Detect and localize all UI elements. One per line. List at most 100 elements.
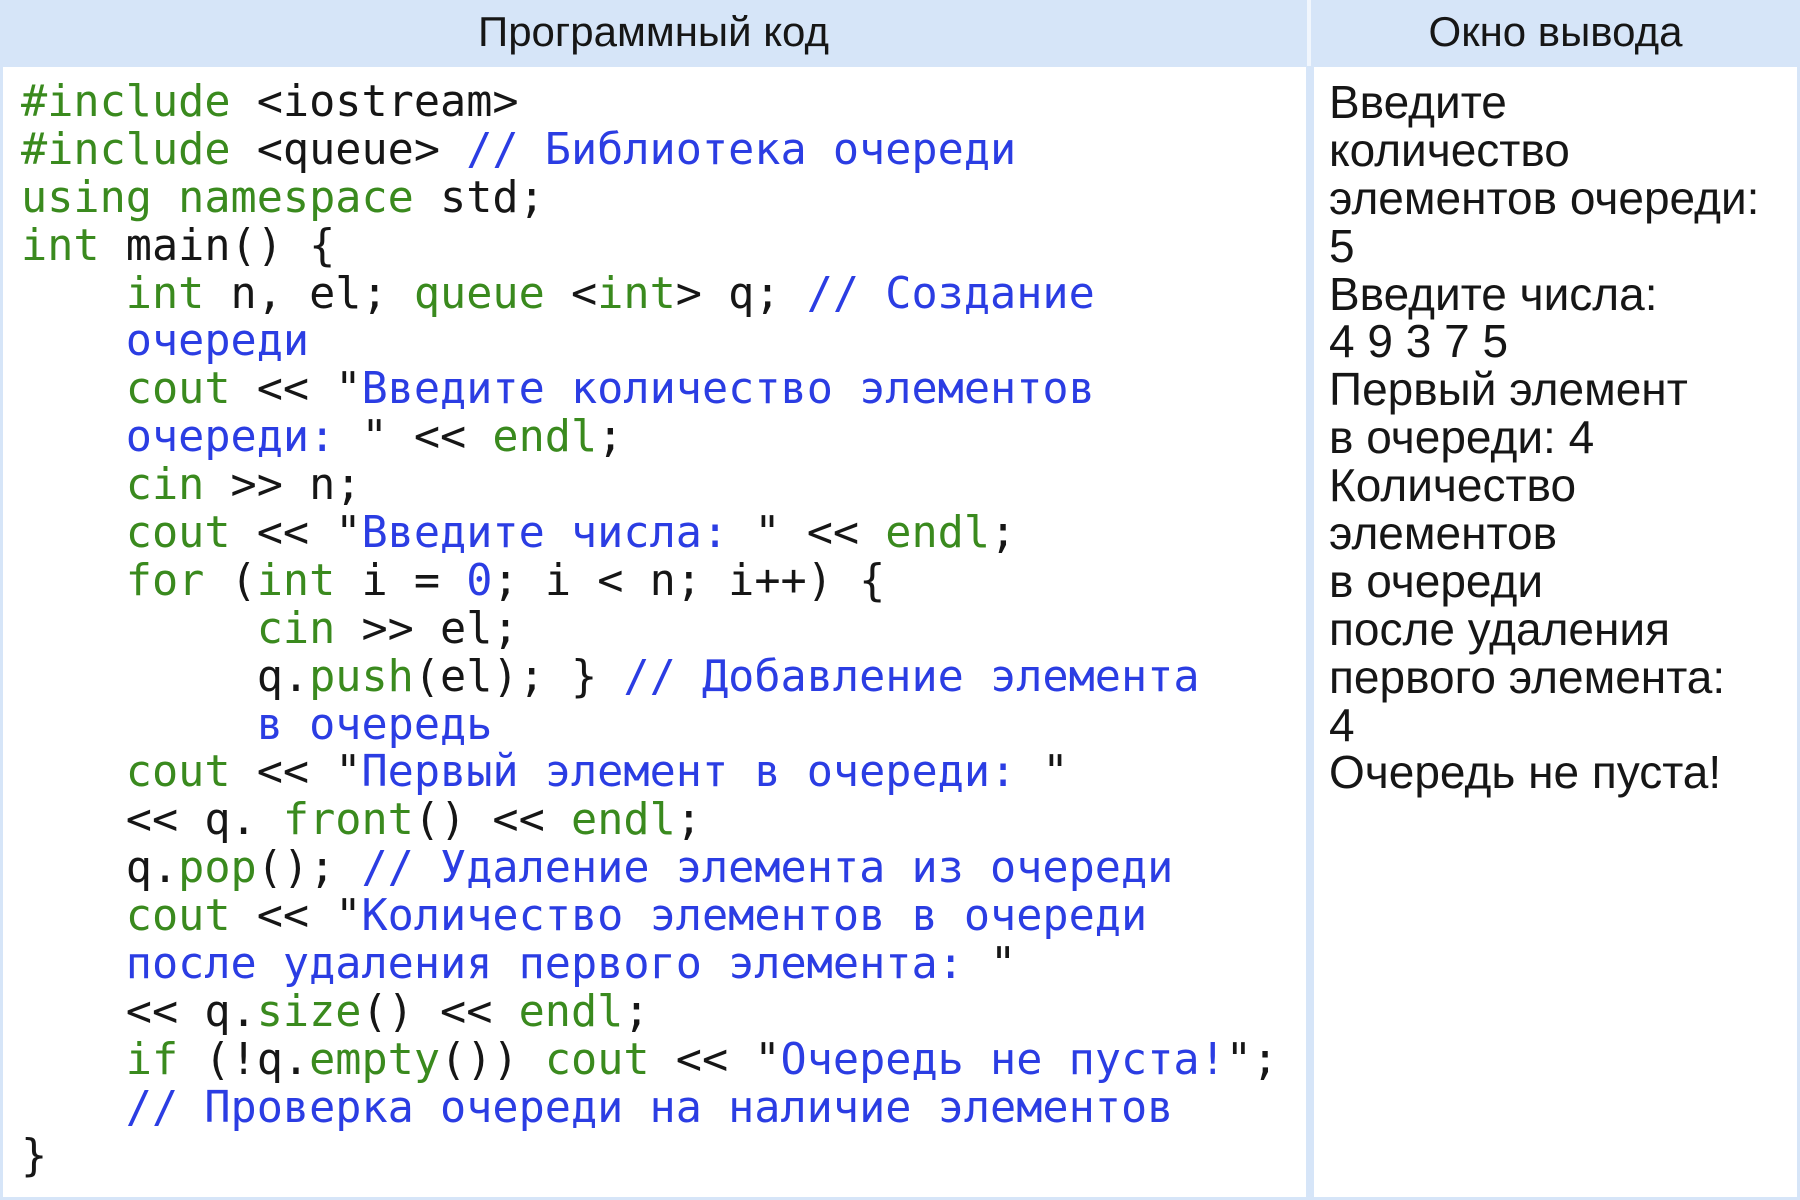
code-token: endl — [885, 508, 991, 559]
code-token: pop — [178, 843, 257, 894]
output-line: первого элемента: — [1329, 650, 1726, 703]
code-line: cout << "Количество элементов в очереди — [21, 891, 1306, 942]
output-line: в очереди — [1329, 554, 1544, 607]
code-line: << q. front() << endl; — [21, 795, 1306, 846]
code-line: // Проверка очереди на наличие элементов — [21, 1083, 1306, 1133]
code-panel-title: Программный код — [478, 8, 829, 55]
output-line: Первый элемент — [1329, 363, 1688, 416]
code-token: <iostream> — [230, 77, 519, 127]
code-token: using namespace — [21, 172, 414, 223]
code-token: #include — [21, 77, 231, 127]
code-token: cout — [544, 1034, 650, 1085]
code-token: () << — [361, 986, 519, 1037]
output-line: элементов — [1329, 507, 1558, 560]
code-line: for (int i = 0; i < n; i++) { — [21, 555, 1306, 606]
output-line: 4 — [1329, 698, 1355, 751]
code-token: cout — [125, 364, 231, 415]
code-line: << q.size() << endl; — [21, 986, 1306, 1037]
code-token: std; — [413, 172, 545, 223]
code-line: после удаления первого элемента: " — [21, 939, 1306, 990]
code-token: // Создание — [806, 268, 1095, 319]
code-line: очереди: " << endl; — [21, 412, 1306, 463]
code-token: после удаления первого элемента: — [125, 939, 991, 990]
code-token: (!q. — [178, 1034, 310, 1085]
code-line: cout << "Первый элемент в очереди: " — [21, 749, 1306, 797]
header-bar: Программный код Окно вывода — [0, 0, 1800, 66]
code-token: // Библиотека очереди — [466, 124, 1017, 175]
output-line: 5 — [1329, 219, 1355, 272]
output-line: Введите — [1329, 76, 1507, 128]
code-line: cout << "Введите количество элементов — [21, 364, 1306, 415]
code-panel: #include <iostream> #include <queue> // Б… — [3, 67, 1306, 1197]
code-token: << " — [230, 364, 362, 415]
code-token: Введите числа: — [361, 508, 755, 559]
code-token: queue — [413, 268, 545, 319]
code-token: Введите количество элементов — [361, 364, 1095, 415]
code-token: if — [125, 1034, 179, 1085]
code-token: в очередь — [256, 699, 493, 750]
output-line: элементов очереди: — [1329, 171, 1760, 224]
code-body: #include <iostream> #include <queue> // Б… — [21, 77, 1306, 1181]
output-line: Введите числа: — [1329, 267, 1658, 320]
code-token: Очередь не пуста! — [780, 1034, 1226, 1085]
output-line: Очередь не пуста! — [1329, 746, 1722, 799]
code-token: ; — [623, 986, 650, 1037]
code-line: q.push(el); } // Добавление элемента — [21, 651, 1306, 702]
output-line: в очереди: 4 — [1329, 411, 1595, 464]
code-token: q. — [21, 843, 179, 894]
code-token: // Добавление элемента — [623, 651, 1200, 702]
code-token: << q. — [21, 795, 283, 846]
code-token: ()) — [440, 1034, 545, 1085]
code-token: " — [990, 939, 1017, 990]
code-token: " << — [754, 508, 886, 559]
code-token: ; — [675, 795, 702, 846]
code-token: front — [282, 795, 414, 846]
code-line: cin >> el; — [21, 603, 1306, 654]
code-token: << " — [230, 891, 362, 942]
code-token: } — [21, 1130, 48, 1181]
code-token: int — [256, 555, 336, 606]
output-line: Количество — [1329, 459, 1577, 512]
code-token: Количество элементов в очереди — [361, 891, 1148, 942]
code-token: << " — [649, 1034, 781, 1085]
code-token: << " — [230, 508, 362, 559]
code-token: <queue> — [230, 124, 467, 175]
code-token: size — [256, 986, 362, 1037]
code-token: endl — [492, 412, 598, 463]
code-line: if (!q.empty()) cout << "Очередь не пуст… — [21, 1034, 1306, 1085]
code-line: cout << "Введите числа: " << endl; — [21, 508, 1306, 559]
code-line: int main() { — [21, 220, 1306, 271]
code-token: i = — [335, 555, 467, 606]
code-token: ( — [204, 555, 257, 606]
code-token: for — [125, 555, 205, 606]
code-token: >> el; — [335, 603, 519, 654]
code-token: > q; — [675, 268, 807, 319]
code-token: int — [125, 268, 205, 319]
code-token: cout — [125, 508, 231, 559]
code-line: очереди — [21, 318, 1306, 366]
code-token: << " — [230, 747, 362, 798]
code-token: endl — [571, 795, 676, 846]
output-panel-title: Окно вывода — [1428, 8, 1683, 55]
code-token: cout — [125, 891, 231, 942]
code-line: using namespace std; — [21, 172, 1306, 223]
code-token: push — [309, 651, 414, 702]
output-panel: Введите количество элементов очереди: 5 Введ… — [1314, 67, 1797, 1197]
code-token: main() { — [99, 220, 336, 271]
code-token: cin — [125, 460, 205, 511]
code-token: cin — [256, 603, 336, 654]
code-token: int — [21, 220, 100, 271]
code-token: "; — [1225, 1034, 1279, 1085]
